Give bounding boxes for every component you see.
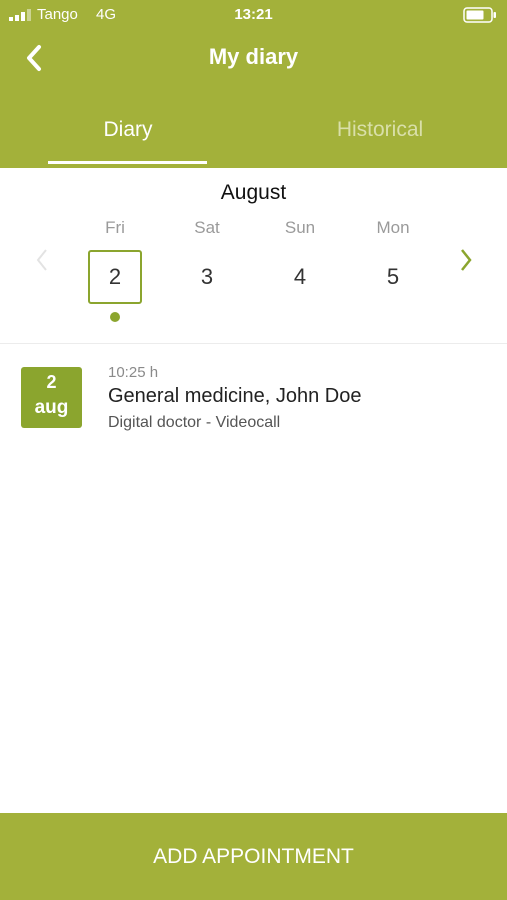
calendar-day[interactable]: Mon 5 [363,216,423,326]
active-tab-indicator [48,161,207,164]
calendar-day[interactable]: Sat 3 [177,216,237,326]
appointment-subtitle: Digital doctor - Videocall [108,414,281,431]
page-title: My diary [208,44,299,69]
month-label: August [220,181,287,204]
divider [0,343,507,344]
chevron-right-icon [461,249,472,271]
add-appointment-button[interactable]: ADD APPOINTMENT [0,813,507,900]
appointment-date-badge: 2 aug [21,367,82,428]
battery-icon [463,7,496,23]
tab-diary[interactable]: Diary [48,118,208,142]
day-number: 5 [386,264,400,289]
previous-week-button[interactable] [28,246,56,274]
day-name: Mon [376,218,410,237]
calendar-day[interactable]: Sun 4 [270,216,330,326]
badge-month: aug [34,397,69,418]
day-name: Sun [284,218,316,237]
chevron-left-icon [36,249,47,271]
day-number: 3 [200,264,214,289]
status-bar: Tango 4G 13:21 [0,0,507,30]
badge-day: 2 [46,372,57,392]
event-dot [110,312,120,322]
calendar-day[interactable]: Fri 2 [85,216,145,326]
tab-historical[interactable]: Historical [300,118,460,142]
day-number: 4 [293,264,307,289]
header: Tango 4G 13:21 My diary Diary Historical [0,0,507,168]
week-calendar: August Fri 2 Sat 3 Sun 4 Mon 5 [0,168,507,344]
appointment-time: 10:25 h [108,364,159,381]
day-name: Fri [105,218,125,237]
day-number-selected: 2 [88,250,142,304]
next-week-button[interactable] [452,246,480,274]
day-name: Sat [194,218,220,237]
status-time: 13:21 [234,6,273,23]
appointment-item[interactable]: 2 aug 10:25 h General medicine, John Doe… [0,355,507,445]
appointment-title: General medicine, John Doe [108,385,362,407]
